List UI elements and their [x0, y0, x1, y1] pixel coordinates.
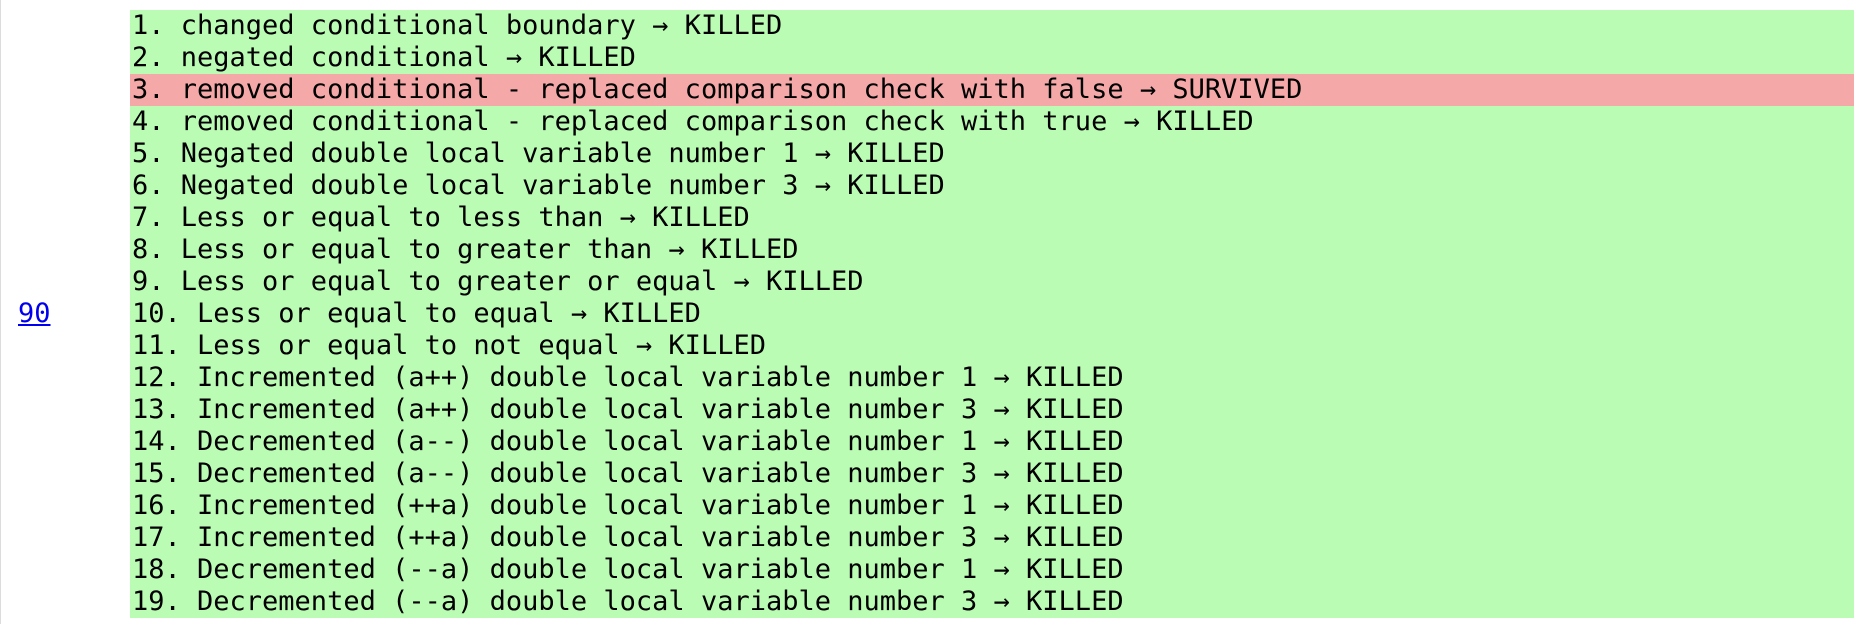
mutation-row-15: 15. Decremented (a--) double local varia… — [132, 458, 1124, 489]
mutation-row-6: 6. Negated double local variable number … — [132, 170, 945, 201]
mutation-row-3-survived: 3. removed conditional - replaced compar… — [130, 74, 1854, 106]
mutation-report-page: 90 1. changed conditional boundary → KIL… — [0, 0, 1854, 624]
mutation-row-8: 8. Less or equal to greater than → KILLE… — [132, 234, 799, 265]
mutation-row-19: 19. Decremented (--a) double local varia… — [132, 586, 1124, 617]
mutation-row-18: 18. Decremented (--a) double local varia… — [132, 554, 1124, 585]
mutation-row-7: 7. Less or equal to less than → KILLED — [132, 202, 750, 233]
mutation-row-16: 16. Incremented (++a) double local varia… — [132, 490, 1124, 521]
mutation-row-10: 10. Less or equal to equal → KILLED — [132, 298, 701, 329]
mutation-row-9: 9. Less or equal to greater or equal → K… — [132, 266, 864, 297]
mutation-row-13: 13. Incremented (a++) double local varia… — [132, 394, 1124, 425]
left-border-divider — [0, 0, 1, 624]
mutation-row-11: 11. Less or equal to not equal → KILLED — [132, 330, 766, 361]
mutation-row-2: 2. negated conditional → KILLED — [132, 42, 636, 73]
mutation-row-1: 1. changed conditional boundary → KILLED — [132, 10, 783, 41]
mutation-row-12: 12. Incremented (a++) double local varia… — [132, 362, 1124, 393]
mutations-list: 1. changed conditional boundary → KILLED… — [130, 10, 1854, 618]
mutation-row-14: 14. Decremented (a--) double local varia… — [132, 426, 1124, 457]
mutation-row-4: 4. removed conditional - replaced compar… — [132, 106, 1254, 137]
line-number-link[interactable]: 90 — [18, 298, 51, 330]
mutation-row-17: 17. Incremented (++a) double local varia… — [132, 522, 1124, 553]
mutation-row-5: 5. Negated double local variable number … — [132, 138, 945, 169]
